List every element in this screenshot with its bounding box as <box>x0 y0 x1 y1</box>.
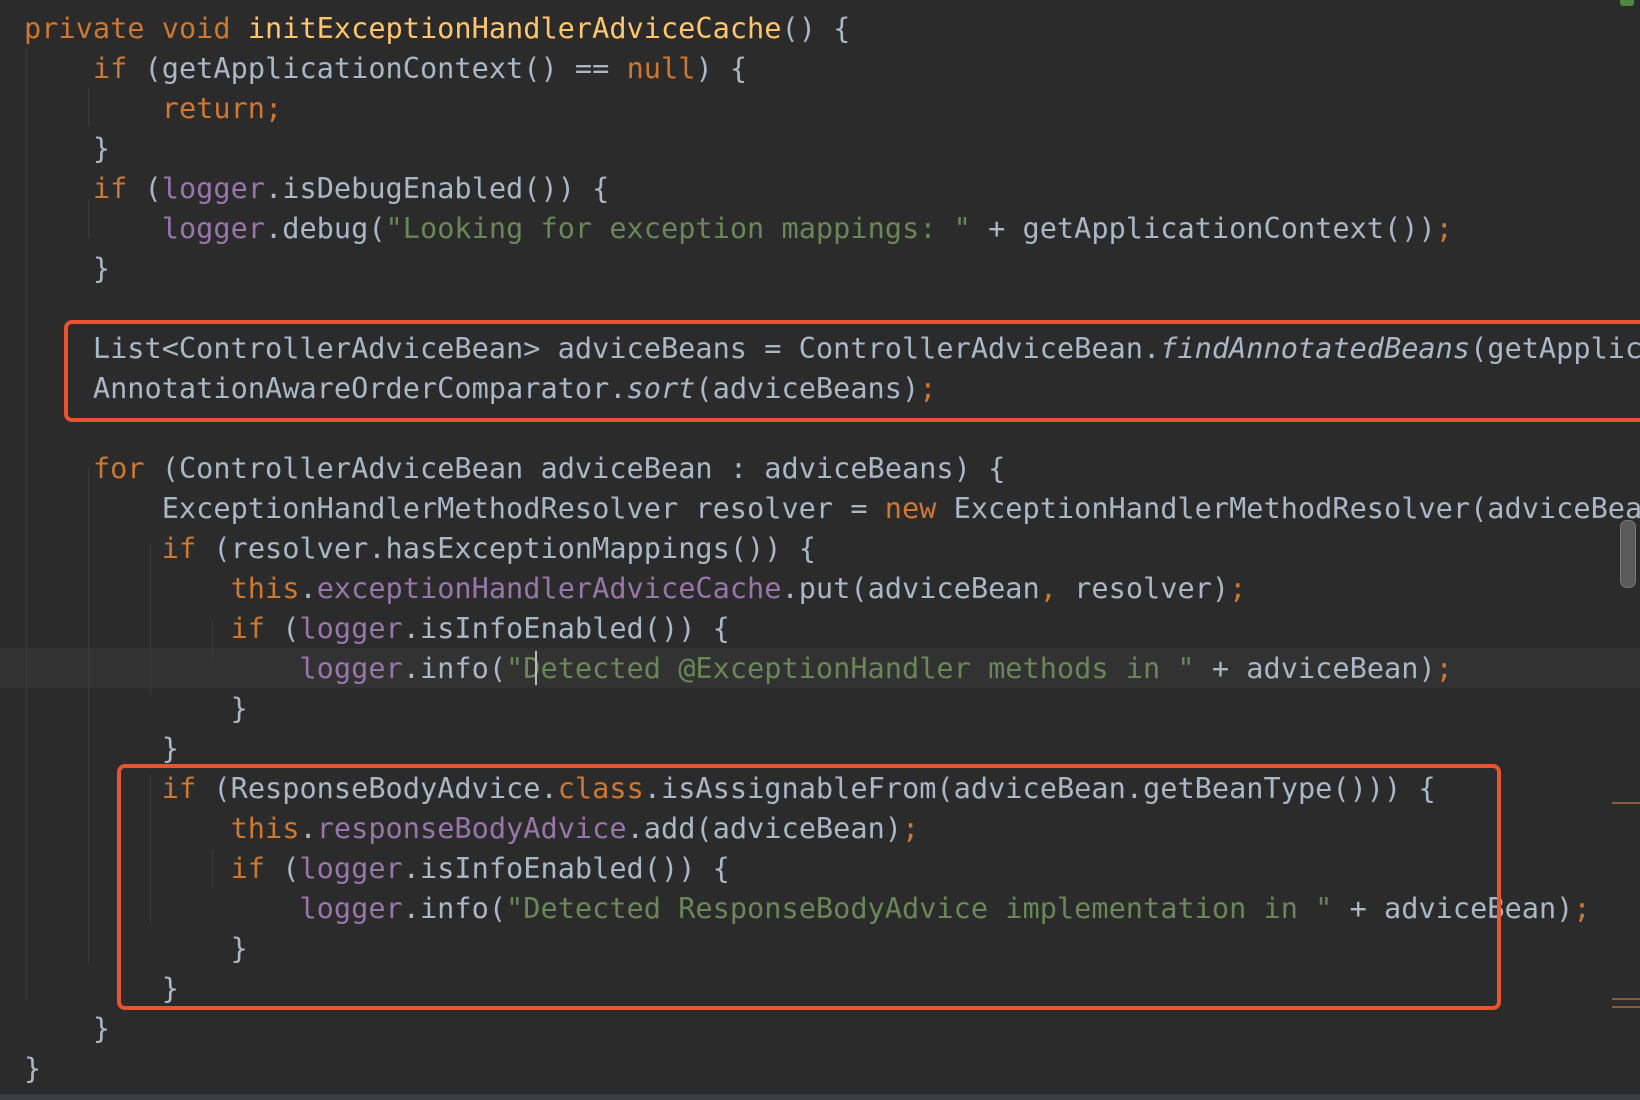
code-line[interactable]: for (ControllerAdviceBean adviceBean : a… <box>24 448 1640 488</box>
code-token: for <box>92 451 162 485</box>
code-token: logger <box>299 651 403 685</box>
code-line[interactable]: if (resolver.hasExceptionMappings()) { <box>24 528 1640 568</box>
code-token: private <box>24 11 162 45</box>
code-token: } <box>24 731 179 765</box>
code-token: "Detected @ExceptionHandler methods in " <box>506 651 1195 685</box>
code-token: + adviceBean) <box>1194 651 1436 685</box>
highlight-box-response-body-advice <box>117 764 1501 1010</box>
code-line[interactable]: } <box>24 128 1640 168</box>
vertical-scrollbar-thumb[interactable] <box>1620 520 1636 588</box>
code-token: resolver) <box>1074 571 1230 605</box>
error-stripe-marker[interactable] <box>1612 998 1640 1000</box>
error-stripe-marker[interactable] <box>1612 1006 1640 1008</box>
code-token: } <box>24 131 111 165</box>
code-token: (ControllerAdviceBean adviceBean : advic… <box>161 451 1006 485</box>
code-token: .info( <box>402 651 507 685</box>
code-token: ; <box>1573 891 1591 925</box>
code-token: () { <box>781 11 851 45</box>
code-line[interactable]: if (logger.isInfoEnabled()) { <box>24 608 1640 648</box>
code-token: this <box>230 571 300 605</box>
code-token: (getApplicationContext() == <box>144 51 627 85</box>
code-line[interactable]: return; <box>24 88 1640 128</box>
code-line[interactable]: logger.info("Detected @ExceptionHandler … <box>24 648 1640 688</box>
code-line[interactable]: this.exceptionHandlerAdviceCache.put(adv… <box>24 568 1640 608</box>
code-token: } <box>24 1051 42 1085</box>
editor-bottom-border <box>0 1094 1640 1100</box>
code-token: if <box>92 51 145 85</box>
code-token: null <box>626 51 696 85</box>
code-token: if <box>161 531 214 565</box>
code-line[interactable]: if (getApplicationContext() == null) { <box>24 48 1640 88</box>
code-line[interactable]: } <box>24 1048 1640 1088</box>
code-token: .debug( <box>265 211 386 245</box>
code-token: .isDebugEnabled()) { <box>265 171 610 205</box>
code-line[interactable]: private void initExceptionHandlerAdviceC… <box>24 8 1640 48</box>
highlight-box-advice-beans <box>64 320 1640 422</box>
code-token: } <box>24 691 248 725</box>
code-token: ( <box>144 171 162 205</box>
code-token: "Looking for exception mappings: " <box>385 211 971 245</box>
code-token: ; <box>1435 211 1453 245</box>
code-token: ExceptionHandlerMethodResolver resolver … <box>24 491 885 525</box>
code-token: ) { <box>695 51 748 85</box>
code-editor[interactable]: private void initExceptionHandlerAdviceC… <box>0 0 1640 1100</box>
code-token: ; <box>1435 651 1453 685</box>
code-line[interactable]: } <box>24 688 1640 728</box>
text-caret <box>535 651 537 685</box>
code-token: + getApplicationContext()) <box>970 211 1436 245</box>
code-token: logger <box>161 171 266 205</box>
code-token: , <box>1039 571 1075 605</box>
code-token: return; <box>161 91 283 125</box>
code-line[interactable]: } <box>24 248 1640 288</box>
code-token: } <box>24 251 111 285</box>
code-token: ( <box>282 611 300 645</box>
code-token: void <box>161 11 248 45</box>
code-token: .isInfoEnabled()) { <box>402 611 730 645</box>
code-token: initExceptionHandlerAdviceCache <box>247 11 782 45</box>
code-line[interactable]: if (logger.isDebugEnabled()) { <box>24 168 1640 208</box>
code-line[interactable]: } <box>24 728 1640 768</box>
code-token: exceptionHandlerAdviceCache <box>316 571 782 605</box>
code-token: logger <box>161 211 266 245</box>
code-token: } <box>24 1011 111 1045</box>
code-token: ExceptionHandlerMethodResolver(adviceBea… <box>953 491 1640 525</box>
code-token: . <box>299 571 317 605</box>
code-token: if <box>230 611 283 645</box>
code-token: logger <box>299 611 403 645</box>
inspection-ok-icon <box>1620 0 1634 6</box>
error-stripe-marker[interactable] <box>1612 802 1640 804</box>
code-line[interactable]: logger.debug("Looking for exception mapp… <box>24 208 1640 248</box>
code-token: (resolver.hasExceptionMappings()) { <box>213 531 816 565</box>
code-token: .put(adviceBean <box>781 571 1040 605</box>
code-line[interactable]: ExceptionHandlerMethodResolver resolver … <box>24 488 1640 528</box>
code-line[interactable]: } <box>24 1008 1640 1048</box>
code-token: if <box>92 171 145 205</box>
code-token: ; <box>1229 571 1247 605</box>
code-token: new <box>884 491 954 525</box>
